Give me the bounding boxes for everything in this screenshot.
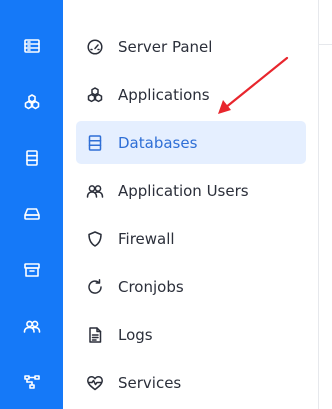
server-menu: Server Panel Applications Databases Appl…: [63, 0, 318, 409]
icon-rail: [0, 0, 63, 409]
menu-item-server-panel[interactable]: Server Panel: [76, 25, 306, 68]
users-icon: [86, 182, 104, 200]
rail-item-backups[interactable]: [0, 250, 63, 290]
gauge-icon: [86, 38, 104, 56]
rail-item-network[interactable]: [0, 362, 63, 402]
menu-item-application-users[interactable]: Application Users: [76, 169, 306, 212]
users-icon: [23, 320, 40, 333]
menu-item-logs[interactable]: Logs: [76, 313, 306, 356]
panel-divider: [318, 0, 319, 409]
cubes-icon: [86, 86, 104, 104]
menu-item-label: Services: [118, 373, 182, 392]
server-icon: [23, 39, 40, 53]
rail-item-team[interactable]: [0, 306, 63, 346]
rail-item-databases[interactable]: [0, 138, 63, 178]
menu-item-label: Databases: [118, 133, 198, 152]
menu-item-cronjobs[interactable]: Cronjobs: [76, 265, 306, 308]
rail-item-server[interactable]: [0, 26, 63, 66]
menu-item-databases[interactable]: Databases: [76, 121, 306, 164]
app-window: Server Panel Applications Databases Appl…: [0, 0, 332, 409]
menu-item-firewall[interactable]: Firewall: [76, 217, 306, 260]
menu-item-label: Logs: [118, 325, 153, 344]
applications-icon: [24, 94, 39, 110]
menu-item-applications[interactable]: Applications: [76, 73, 306, 116]
menu-item-services[interactable]: Services: [76, 361, 306, 404]
rail-item-applications[interactable]: [0, 82, 63, 122]
shield-icon: [86, 230, 104, 248]
hard-drive-icon: [23, 208, 40, 220]
menu-item-label: Application Users: [118, 181, 249, 200]
file-text-icon: [86, 326, 104, 344]
rail-item-storage[interactable]: [0, 194, 63, 234]
menu-item-label: Firewall: [118, 229, 175, 248]
refresh-icon: [86, 278, 104, 296]
network-icon: [23, 375, 40, 389]
heart-pulse-icon: [86, 374, 104, 392]
database-icon: [25, 150, 38, 166]
database-icon: [86, 134, 104, 152]
archive-icon: [23, 263, 40, 277]
header-border: [319, 44, 332, 45]
menu-item-label: Applications: [118, 85, 210, 104]
menu-item-label: Server Panel: [118, 37, 213, 56]
menu-item-label: Cronjobs: [118, 277, 184, 296]
